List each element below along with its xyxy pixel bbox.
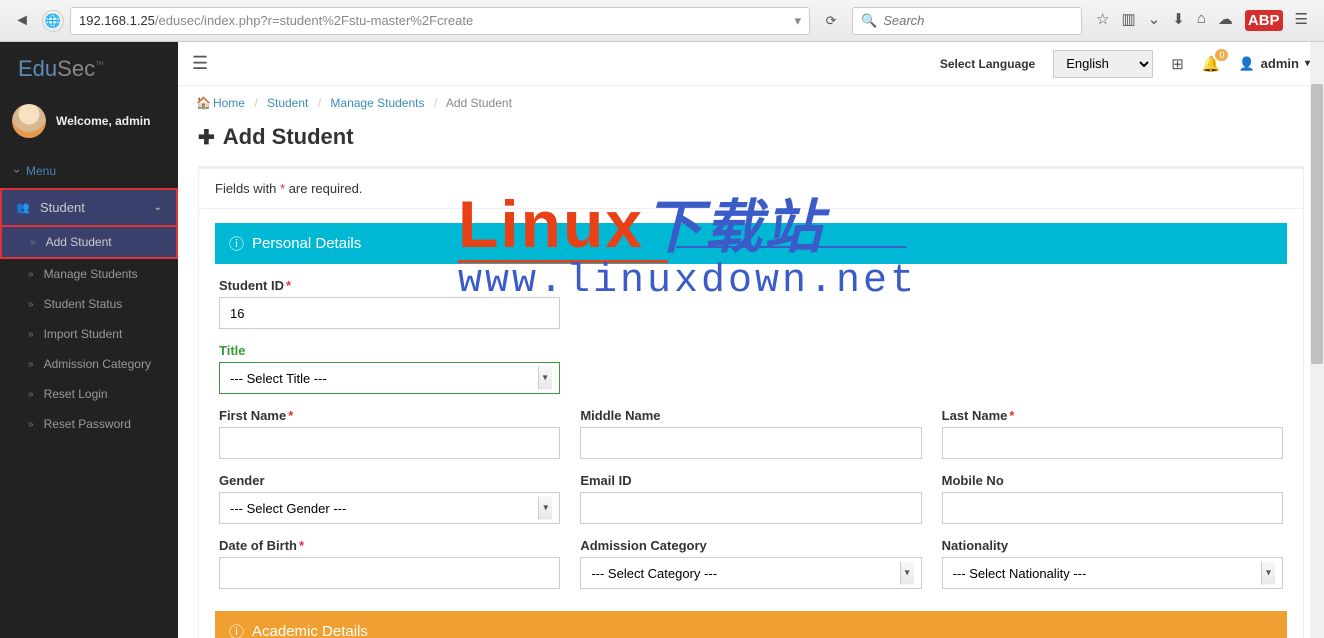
download-icon[interactable]: ⬇ [1172,10,1185,31]
select-title[interactable]: --- Select Title --- [219,362,560,394]
select-admission-category[interactable]: --- Select Category --- [580,557,921,589]
label-email: Email ID [580,473,921,488]
chevron-icon: » [28,389,34,400]
sidebar-item-student[interactable]: 👥 Student ⌄ [0,188,178,227]
sidebar-item-reset-password[interactable]: »Reset Password [0,409,178,439]
section-academic-details: ⓘ Academic Details [215,611,1287,638]
menu-icon[interactable]: ☰ [1295,10,1308,31]
chevron-icon: » [28,419,34,430]
label-middle-name: Middle Name [580,408,921,423]
scrollbar-thumb[interactable] [1311,84,1323,364]
label-title: Title [219,343,560,358]
label-nationality: Nationality [942,538,1283,553]
home-icon[interactable]: ⌂ [1197,10,1206,31]
sidebar: EduSec™ Welcome, admin Menu 👥 Student ⌄ … [0,42,178,638]
chevron-icon: » [28,269,34,280]
logo: EduSec™ [0,42,178,96]
select-nationality[interactable]: --- Select Nationality --- [942,557,1283,589]
input-mobile[interactable] [942,492,1283,524]
refresh-button[interactable]: ⟳ [816,13,846,29]
browser-chrome: ◄ 🌐 192.168.1.25/edusec/index.php?r=stud… [0,0,1324,42]
pocket-icon[interactable]: ⌄ [1148,10,1161,31]
sidebar-item-student-status[interactable]: »Student Status [0,289,178,319]
sync-icon[interactable]: ☁ [1218,10,1233,31]
sidebar-item-admission-category[interactable]: »Admission Category [0,349,178,379]
chevron-icon: » [28,329,34,340]
info-icon: ⓘ [229,233,244,254]
users-icon: 👥 [16,201,30,214]
plus-icon: ✚ [198,125,215,150]
label-first-name: First Name* [219,408,560,423]
label-mobile: Mobile No [942,473,1283,488]
home-icon: 🏠 [196,96,211,110]
main-content: ☰ Select Language English ⊞ 🔔0 👤 admin ▾… [178,42,1324,638]
label-admission-category: Admission Category [580,538,921,553]
select-gender[interactable]: --- Select Gender --- [219,492,560,524]
breadcrumb: 🏠Home / Student / Manage Students / Add … [178,86,1324,120]
input-student-id[interactable] [219,297,560,329]
topbar: ☰ Select Language English ⊞ 🔔0 👤 admin ▾ [178,42,1324,86]
select-language-label: Select Language [940,57,1035,71]
chevron-icon: » [30,237,36,248]
sidebar-icon[interactable]: ▥ [1121,10,1135,31]
notification-badge: 0 [1215,49,1228,61]
chevron-down-icon: ⌄ [154,202,162,213]
welcome-block: Welcome, admin [0,96,178,154]
label-gender: Gender [219,473,560,488]
scrollbar[interactable] [1310,42,1324,638]
globe-icon[interactable]: 🌐 [42,10,64,32]
input-dob[interactable] [219,557,560,589]
user-menu[interactable]: 👤 admin ▾ [1238,56,1310,72]
avatar[interactable] [12,104,46,138]
breadcrumb-home[interactable]: Home [213,96,245,110]
menu-header[interactable]: Menu [0,154,178,188]
input-email[interactable] [580,492,921,524]
label-student-id: Student ID* [219,278,560,293]
label-dob: Date of Birth* [219,538,560,553]
breadcrumb-manage[interactable]: Manage Students [330,96,424,110]
bookmark-icon[interactable]: ☆ [1096,10,1109,31]
sidebar-item-add-student[interactable]: »Add Student [0,227,178,259]
url-host: 192.168.1.25 [79,13,155,28]
browser-search-input[interactable] [883,13,1073,28]
browser-toolbar-icons: ☆ ▥ ⌄ ⬇ ⌂ ☁ ABP ☰ [1088,10,1316,31]
chevron-icon: » [28,359,34,370]
welcome-text: Welcome, admin [56,114,150,128]
back-button[interactable]: ◄ [8,7,36,35]
sidebar-item-manage-students[interactable]: »Manage Students [0,259,178,289]
notifications-icon[interactable]: 🔔0 [1202,55,1221,73]
apps-icon[interactable]: ⊞ [1171,55,1184,73]
section-personal-details: ⓘ Personal Details [215,223,1287,264]
required-note: Fields with * are required. [199,167,1303,209]
breadcrumb-student[interactable]: Student [267,96,308,110]
user-icon: 👤 [1238,56,1254,72]
search-icon: 🔍 [861,13,877,29]
label-last-name: Last Name* [942,408,1283,423]
sidebar-parent-label: Student [40,200,85,215]
input-last-name[interactable] [942,427,1283,459]
url-path: /edusec/index.php?r=student%2Fstu-master… [155,13,473,28]
page-title: ✚ Add Student [198,124,1304,150]
dropdown-icon[interactable]: ▾ [794,13,801,29]
language-select[interactable]: English [1053,50,1153,78]
abp-icon[interactable]: ABP [1245,10,1283,31]
input-first-name[interactable] [219,427,560,459]
chevron-icon: » [28,299,34,310]
sidebar-item-import-student[interactable]: »Import Student [0,319,178,349]
sidebar-item-reset-login[interactable]: »Reset Login [0,379,178,409]
browser-search[interactable]: 🔍 [852,7,1082,35]
hamburger-button[interactable]: ☰ [192,53,208,74]
breadcrumb-current: Add Student [446,96,512,110]
url-bar[interactable]: 192.168.1.25/edusec/index.php?r=student%… [70,7,810,35]
input-middle-name[interactable] [580,427,921,459]
info-icon: ⓘ [229,621,244,638]
